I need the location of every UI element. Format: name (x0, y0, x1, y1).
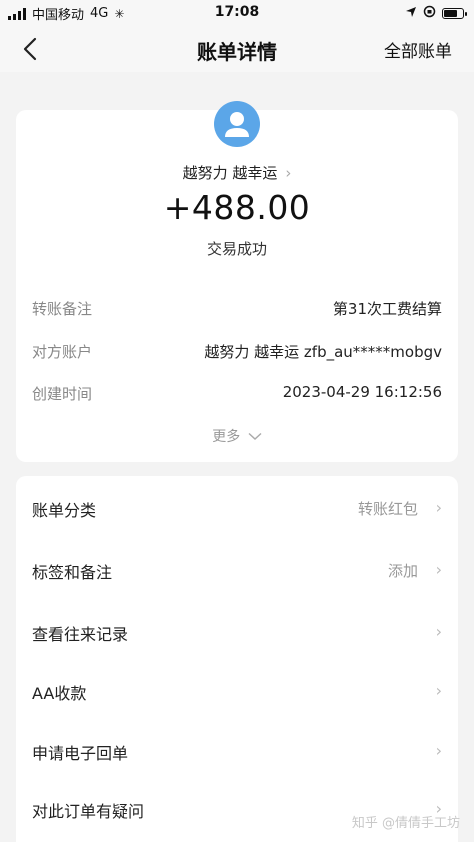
user-icon (225, 112, 249, 137)
location-arrow-icon (405, 6, 417, 22)
all-bills-button[interactable]: 全部账单 (384, 37, 452, 62)
menu-item-e-receipt[interactable]: 申请电子回单 › (32, 721, 442, 779)
chevron-right-icon: › (435, 498, 442, 517)
watermark: 知乎 @倩倩手工坊 (351, 816, 460, 831)
detail-value: 2023-04-29 16:12:56 (282, 383, 442, 401)
menu-item-label: AA收款 (32, 684, 87, 703)
payee-link[interactable]: 越努力 越幸运 › (16, 162, 458, 183)
bill-actions-card: 账单分类 转账红包 › 标签和备注 添加 › 查看往来记录 › AA收款 › 申… (16, 476, 458, 842)
detail-key: 创建时间 (32, 385, 93, 403)
menu-item-label: 账单分类 (32, 501, 97, 520)
detail-key: 对方账户 (32, 343, 93, 361)
menu-item-label: 申请电子回单 (32, 744, 129, 763)
status-right (405, 5, 467, 22)
clock: 17:08 (214, 4, 260, 20)
payee-name: 越努力 越幸运 (182, 164, 278, 182)
navigation-bar: 账单详情 全部账单 (0, 26, 474, 72)
menu-item-value: 添加 (387, 562, 418, 580)
status-bar: 中国移动 4G ✳ 17:08 (0, 0, 474, 26)
menu-item-label: 查看往来记录 (32, 625, 129, 644)
menu-item-aa-collect[interactable]: AA收款 › (32, 661, 442, 719)
chevron-right-icon: › (435, 741, 442, 760)
detail-value: 第31次工费结算 (332, 300, 442, 318)
more-button[interactable]: 更多 (16, 426, 458, 446)
chevron-right-icon: › (285, 164, 292, 182)
battery-icon (442, 8, 467, 19)
chevron-right-icon: › (435, 560, 442, 579)
chevron-right-icon: › (435, 681, 442, 700)
menu-item-history[interactable]: 查看往来记录 › (32, 602, 442, 660)
avatar[interactable] (214, 101, 260, 147)
detail-value: 越努力 越幸运 zfb_au*****mobgv (204, 343, 442, 361)
detail-key: 转账备注 (32, 300, 93, 318)
transaction-status: 交易成功 (206, 240, 267, 258)
orientation-lock-icon (423, 5, 436, 22)
chevron-right-icon: › (435, 622, 442, 641)
menu-item-label: 对此订单有疑问 (32, 802, 145, 821)
menu-item-tags-notes[interactable]: 标签和备注 添加 › (32, 540, 442, 598)
more-label: 更多 (212, 429, 241, 445)
menu-item-value: 转账红包 (357, 500, 418, 518)
bill-summary-card: 越努力 越幸运 › +488.00 交易成功 转账备注 第31次工费结算 对方账户… (16, 101, 458, 462)
menu-item-label: 标签和备注 (32, 563, 113, 582)
chevron-down-icon (248, 432, 262, 440)
menu-item-category[interactable]: 账单分类 转账红包 › (32, 478, 442, 536)
amount: +488.00 (163, 188, 311, 227)
